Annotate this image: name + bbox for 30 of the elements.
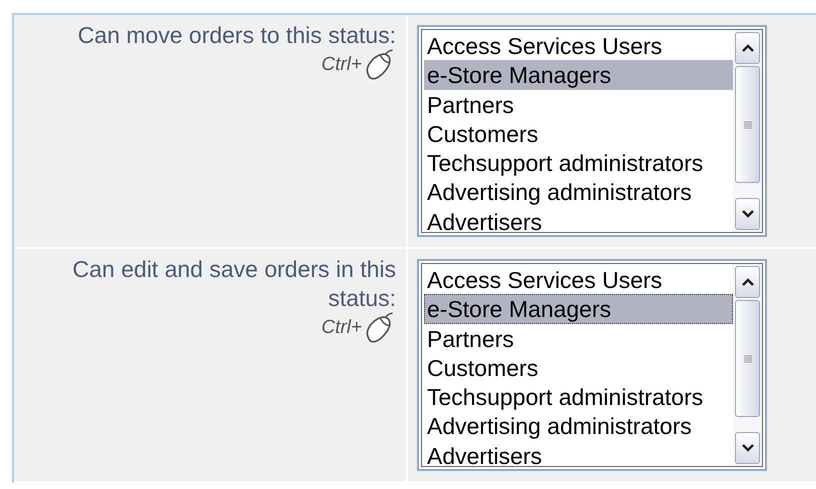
list-option[interactable]: Customers — [424, 118, 733, 148]
scroll-up-button[interactable] — [735, 32, 760, 64]
caret-down-icon — [742, 444, 754, 452]
caret-up-icon — [742, 278, 754, 286]
caret-up-icon — [742, 44, 754, 52]
list-option[interactable]: Customers — [424, 352, 733, 382]
list-option[interactable]: Partners — [424, 90, 733, 119]
list-option[interactable]: Partners — [424, 324, 733, 353]
list-option[interactable]: e-Store Managers — [424, 294, 733, 324]
scroll-up-button[interactable] — [735, 266, 760, 298]
list-option[interactable]: Techsupport administrators — [424, 382, 733, 412]
scroll-thumb[interactable] — [735, 300, 760, 417]
list-option[interactable]: Techsupport administrators — [424, 148, 733, 178]
list-option[interactable]: Advertisers — [424, 206, 733, 236]
hint-text: Ctrl+ — [321, 54, 362, 76]
list-option[interactable]: Advertising administrators — [424, 177, 733, 207]
list-option[interactable]: Advertisers — [424, 440, 733, 470]
multi-select-list[interactable]: Access Services Users e-Store Managers Partners Customers Techsupport administrators Advertising administrators Advertisers — [417, 259, 767, 471]
caret-down-icon — [742, 210, 754, 218]
field-label: Can edit and save orders in this status: — [72, 255, 396, 313]
scroll-down-button[interactable] — [735, 198, 760, 230]
hint-text: Ctrl+ — [321, 317, 362, 339]
list-option[interactable]: Access Services Users — [424, 265, 733, 294]
scroll-down-button[interactable] — [735, 432, 760, 464]
multi-select-list[interactable]: Access Services Users e-Store Managers Partners Customers Techsupport administrators Advertising administrators Advertisers — [417, 25, 767, 237]
list-option[interactable]: e-Store Managers — [424, 60, 733, 90]
list-option[interactable]: Advertising administrators — [424, 411, 733, 441]
field-label: Can move orders to this status: — [78, 21, 396, 50]
scroll-thumb[interactable] — [735, 66, 760, 183]
list-option[interactable]: Access Services Users — [424, 31, 733, 60]
